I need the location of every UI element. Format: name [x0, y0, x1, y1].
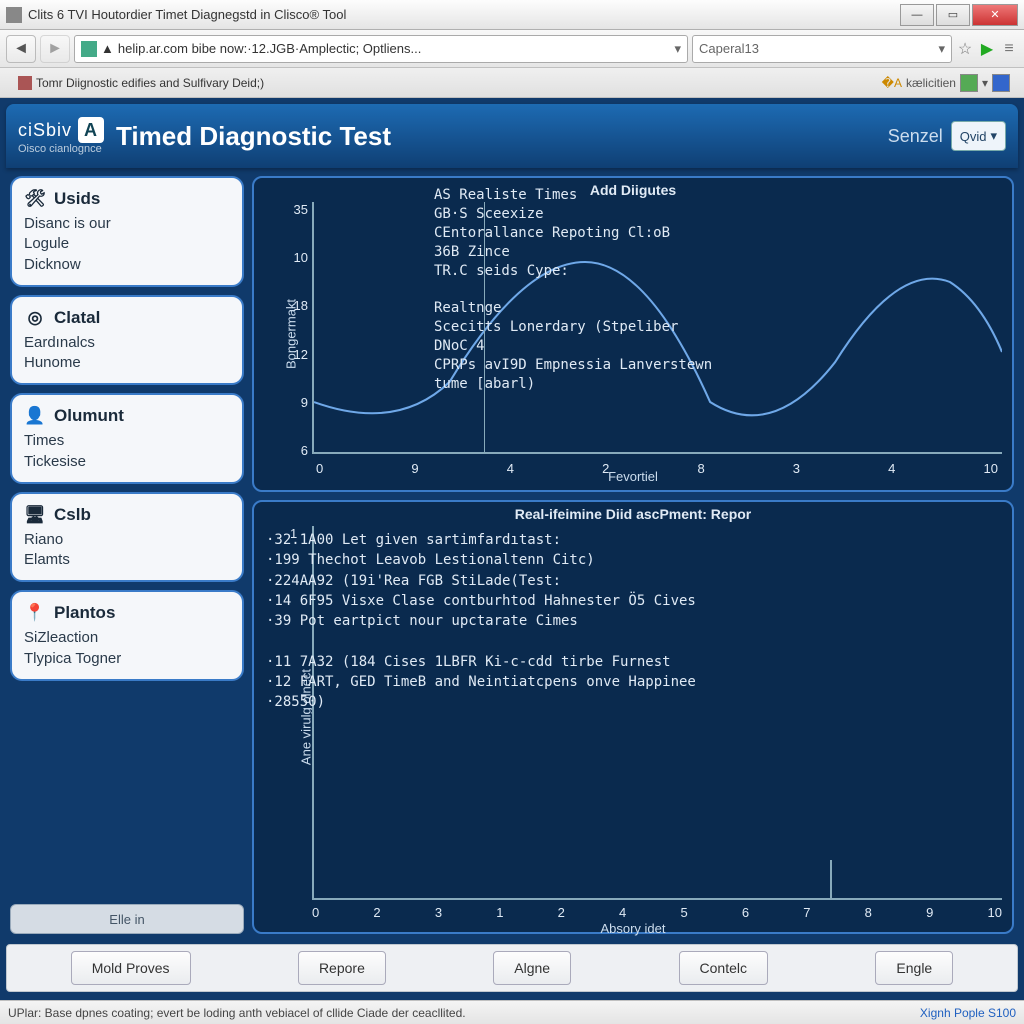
header-right-label: Senzel [888, 126, 943, 147]
panel-chart-top: Add Diigutes Bongermakt 35 10 18 12 9 6 [252, 176, 1014, 492]
close-button[interactable]: ✕ [972, 4, 1018, 26]
forward-button[interactable]: ► [40, 35, 70, 63]
mold-proves-button[interactable]: Mold Proves [71, 951, 191, 985]
search-placeholder: Caperal13 [699, 41, 938, 56]
browser-tabbar: Tomr Diignostic edifies and Sulfivary De… [0, 68, 1024, 98]
sidebar-item-clatal[interactable]: ◎ Clatal Eardınalcs Hunome [10, 295, 244, 386]
sidebar-item-lines: Disanc is our Logule Dicknow [24, 214, 230, 275]
person-icon[interactable]: �A [882, 76, 902, 90]
wrench-icon: 🛠 [24, 188, 46, 210]
browser-navbar: ◄ ► ▲ helip.ar.com bibe now:·12.JGB·Ampl… [0, 30, 1024, 68]
app-container: ciSbiv A Oisco cianlognce Timed Diagnost… [0, 98, 1024, 1000]
chart2-log-text: ·32.1A00 Let given sartimfardıtast: ·199… [266, 530, 1000, 713]
brand-icon: A [78, 117, 104, 143]
engle-button[interactable]: Engle [875, 951, 953, 985]
sidebar-item-lines: SiZleaction Tlypica Togner [24, 628, 230, 669]
search-dropdown-icon[interactable]: ▾ [938, 41, 945, 57]
lock-icon: ▲ [101, 41, 114, 56]
tab-favicon [18, 76, 32, 90]
brand-tagline: Oisco cianlognce [18, 143, 104, 155]
sidebar-item-title: Clatal [54, 308, 100, 328]
contelc-button[interactable]: Contelc [679, 951, 768, 985]
search-bar[interactable]: Caperal13 ▾ [692, 35, 952, 63]
header-dropdown[interactable]: Qvid ▾ [951, 121, 1006, 151]
play-icon[interactable]: ▶ [978, 40, 996, 58]
header-dropdown-label: Qvid [960, 129, 987, 144]
chart2-xticks: 0 2 3 1 2 4 5 6 7 8 9 10 [312, 905, 1002, 920]
sidebar: 🛠 Usids Disanc is our Logule Dicknow ◎ Cla… [10, 176, 244, 934]
sidebar-item-cslb[interactable]: 🖥 Cslb Riano Elamts [10, 492, 244, 583]
sidebar-item-plantos[interactable]: 📍 Plantos SiZleaction Tlypica Togner [10, 590, 244, 681]
brand-logo: ciSbiv A Oisco cianlognce [18, 117, 104, 155]
sidebar-item-title: Cslb [54, 505, 91, 525]
gear-icon: ◎ [24, 307, 46, 329]
device-icon: 🖥 [24, 504, 46, 526]
chart1-overlay-text: AS Realiste Times GB·S Sceexize CEntoral… [434, 186, 712, 394]
site-icon [81, 41, 97, 57]
status-right: Xignh Pople S100 [920, 1006, 1016, 1020]
window-favicon [6, 7, 22, 23]
sidebar-item-title: Olumunt [54, 406, 124, 426]
chart2-xlabel: Absory idet [600, 921, 665, 936]
sidebar-button[interactable]: Elle in [10, 904, 244, 934]
chart2-spike [830, 860, 832, 900]
back-button[interactable]: ◄ [6, 35, 36, 63]
url-bar[interactable]: ▲ helip.ar.com bibe now:·12.JGB·Amplecti… [74, 35, 688, 63]
action-button-row: Mold Proves Repore Algne Contelc Engle [6, 944, 1018, 992]
tab-right-label: kælicitien [906, 76, 956, 90]
bookmark-star-icon[interactable]: ☆ [956, 40, 974, 58]
sidebar-item-title: Plantos [54, 603, 115, 623]
chart2-xaxis [312, 898, 1002, 900]
tab-right-controls: �A kælicitien ▾ [876, 72, 1016, 94]
menu-icon[interactable]: ≡ [1000, 40, 1018, 58]
main-area: Add Diigutes Bongermakt 35 10 18 12 9 6 [252, 176, 1014, 934]
app-header: ciSbiv A Oisco cianlognce Timed Diagnost… [6, 104, 1018, 168]
chevron-down-icon: ▾ [990, 128, 997, 144]
browser-tab[interactable]: Tomr Diignostic edifies and Sulfivary De… [8, 71, 274, 95]
status-box-green[interactable] [960, 74, 978, 92]
status-bar: UPlar: Base dpnes coating; evert be lodi… [0, 1000, 1024, 1024]
person-icon: 👤 [24, 405, 46, 427]
sidebar-item-olumunt[interactable]: 👤 Olumunt Times Tickesise [10, 393, 244, 484]
sidebar-item-lines: Eardınalcs Hunome [24, 333, 230, 374]
sidebar-item-lines: Riano Elamts [24, 530, 230, 571]
window-title: Clits 6 TVI Houtordier Timet Diagnegstd … [28, 7, 898, 22]
algne-button[interactable]: Algne [493, 951, 571, 985]
url-text: helip.ar.com bibe now:·12.JGB·Amplectic;… [118, 41, 671, 56]
url-dropdown-icon[interactable]: ▾ [674, 41, 681, 57]
window-titlebar: Clits 6 TVI Houtordier Timet Diagnegstd … [0, 0, 1024, 30]
repore-button[interactable]: Repore [298, 951, 386, 985]
status-left: UPlar: Base dpnes coating; evert be lodi… [8, 1006, 466, 1020]
chart1-yticks: 35 10 18 12 9 6 [284, 202, 308, 458]
page-title: Timed Diagnostic Test [116, 121, 888, 152]
sidebar-item-lines: Times Tickesise [24, 431, 230, 472]
sidebar-item-usids[interactable]: 🛠 Usids Disanc is our Logule Dicknow [10, 176, 244, 287]
chevron-down-icon[interactable]: ▾ [982, 76, 988, 90]
brand-text: ciSbiv [18, 120, 72, 141]
status-box-blue[interactable] [992, 74, 1010, 92]
minimize-button[interactable]: — [900, 4, 934, 26]
maximize-button[interactable]: ▭ [936, 4, 970, 26]
chart1-xlabel: Fevortiel [608, 469, 658, 484]
panel-chart-bottom: Real-ifeimine Diid ascPment: Repor Ane v… [252, 500, 1014, 934]
tab-label: Tomr Diignostic edifies and Sulfivary De… [36, 76, 264, 90]
panel-title: Real-ifeimine Diid ascPment: Repor [515, 506, 752, 522]
sidebar-item-title: Usids [54, 189, 100, 209]
pin-icon: 📍 [24, 602, 46, 624]
